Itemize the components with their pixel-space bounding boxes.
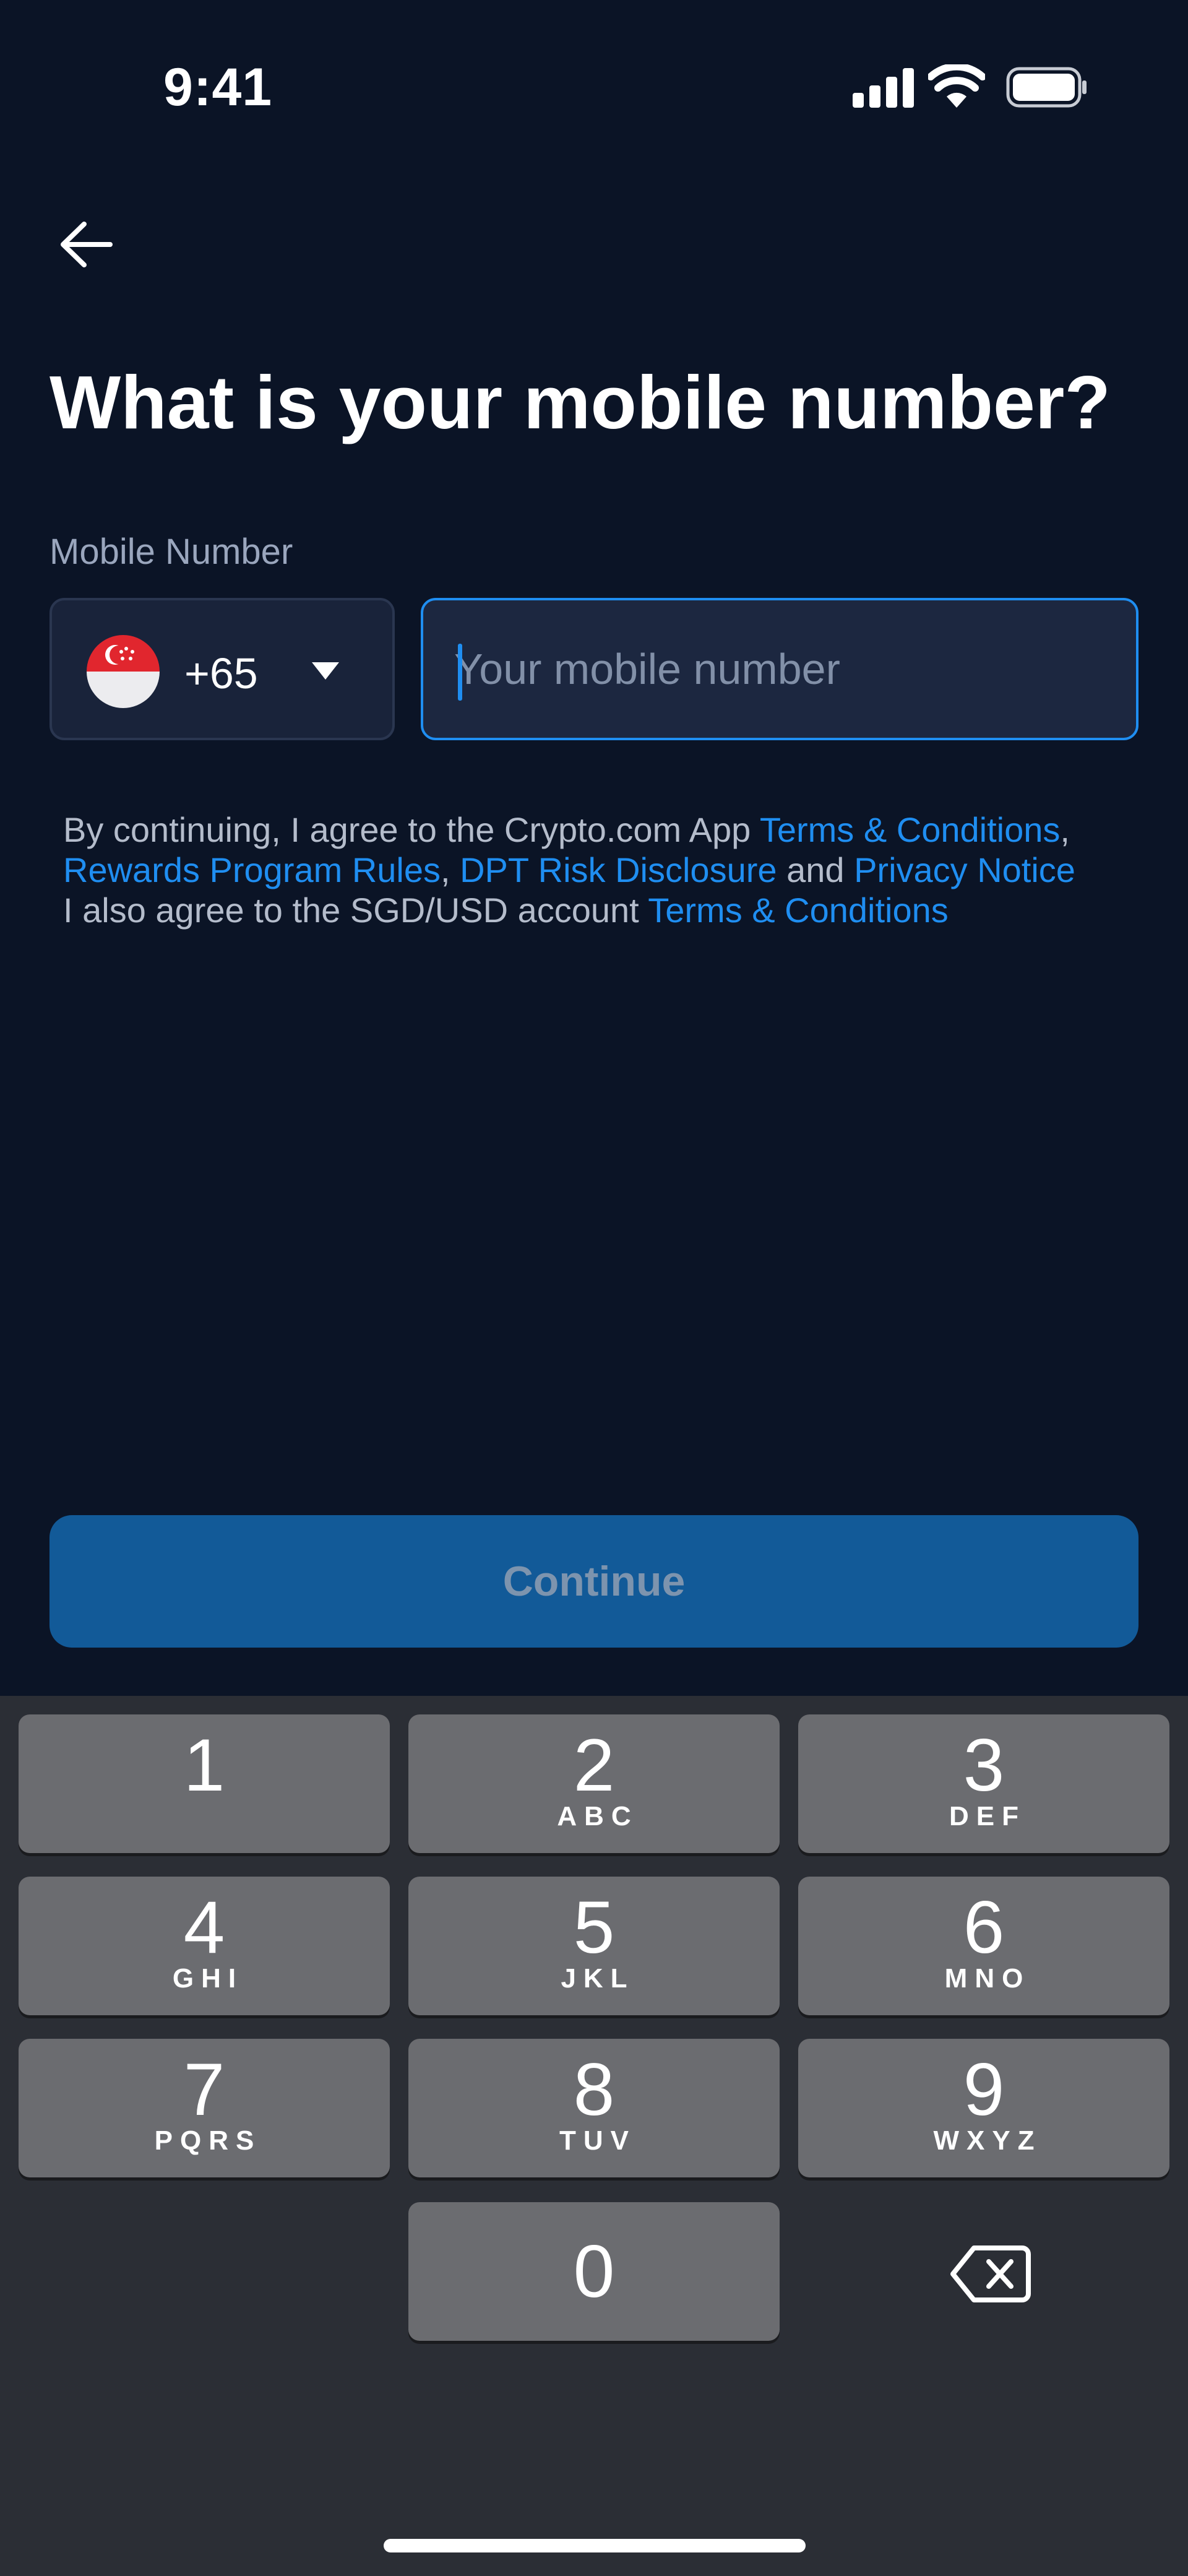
key-1[interactable]: 1 xyxy=(19,1714,390,1853)
key-digit: 5 xyxy=(573,1886,615,1969)
singapore-flag-icon xyxy=(87,635,160,708)
key-letters: DEF xyxy=(949,1801,1026,1831)
cellular-signal-icon xyxy=(853,67,915,108)
status-bar: 9:41 xyxy=(0,0,1188,179)
terms-conditions-link[interactable]: Terms & Conditions xyxy=(760,810,1061,849)
key-digit: 0 xyxy=(573,2230,615,2313)
dropdown-caret-icon xyxy=(312,662,339,680)
terms-comma-2: , xyxy=(440,850,460,889)
key-4[interactable]: 4 GHI xyxy=(19,1877,390,2015)
terms-prefix: By continuing, I agree to the Crypto.com… xyxy=(63,810,760,849)
key-letters: MNO xyxy=(944,1963,1031,1994)
rewards-program-rules-link[interactable]: Rewards Program Rules xyxy=(63,850,441,889)
phone-number-input[interactable] xyxy=(454,600,1110,738)
key-letters: TUV xyxy=(559,2125,636,2156)
sgd-usd-terms-prefix: I also agree to the SGD/USD account xyxy=(63,891,648,930)
mobile-number-label: Mobile Number xyxy=(50,532,293,572)
key-8[interactable]: 8 TUV xyxy=(408,2039,780,2177)
wifi-icon xyxy=(928,64,985,108)
key-digit: 6 xyxy=(963,1886,1005,1969)
key-digit: 3 xyxy=(963,1724,1005,1807)
terms-comma: , xyxy=(1060,810,1070,849)
key-digit: 4 xyxy=(183,1886,225,1969)
battery-icon xyxy=(1006,67,1087,108)
text-cursor xyxy=(458,644,462,701)
key-letters: JKL xyxy=(561,1963,635,1994)
key-7[interactable]: 7 PQRS xyxy=(19,2039,390,2177)
phone-input-container[interactable] xyxy=(421,598,1138,740)
key-letters: WXYZ xyxy=(933,2125,1042,2156)
dpt-risk-disclosure-link[interactable]: DPT Risk Disclosure xyxy=(460,850,777,889)
key-digit: 7 xyxy=(183,2048,225,2131)
key-letters: ABC xyxy=(557,1801,639,1831)
key-digit: 1 xyxy=(183,1724,225,1807)
terms-and: and xyxy=(777,850,854,889)
key-9[interactable]: 9 WXYZ xyxy=(798,2039,1169,2177)
key-2[interactable]: 2 ABC xyxy=(408,1714,780,1853)
country-code: +65 xyxy=(184,649,258,698)
back-arrow-icon[interactable] xyxy=(56,217,118,272)
country-code-selector[interactable]: +65 xyxy=(50,598,395,740)
key-5[interactable]: 5 JKL xyxy=(408,1877,780,2015)
key-digit: 2 xyxy=(573,1724,615,1807)
page-title: What is your mobile number? xyxy=(50,360,1111,444)
key-0[interactable]: 0 xyxy=(408,2202,780,2341)
home-indicator xyxy=(384,2539,806,2552)
key-3[interactable]: 3 DEF xyxy=(798,1714,1169,1853)
privacy-notice-link[interactable]: Privacy Notice xyxy=(854,850,1075,889)
key-6[interactable]: 6 MNO xyxy=(798,1877,1169,2015)
key-letters: PQRS xyxy=(154,2125,262,2156)
key-letters: GHI xyxy=(172,1963,244,1994)
sgd-usd-terms-link[interactable]: Terms & Conditions xyxy=(648,891,949,930)
delete-backspace-icon[interactable] xyxy=(950,2243,1031,2305)
key-digit: 8 xyxy=(573,2048,615,2131)
terms-text: By continuing, I agree to the Crypto.com… xyxy=(63,810,1152,930)
numeric-keyboard: 1 2 ABC 3 DEF 4 GHI 5 JKL 6 MNO 7 PQRS 8… xyxy=(0,1696,1188,2576)
continue-button[interactable]: Continue xyxy=(50,1515,1138,1648)
status-time: 9:41 xyxy=(163,58,273,117)
key-digit: 9 xyxy=(963,2048,1005,2131)
